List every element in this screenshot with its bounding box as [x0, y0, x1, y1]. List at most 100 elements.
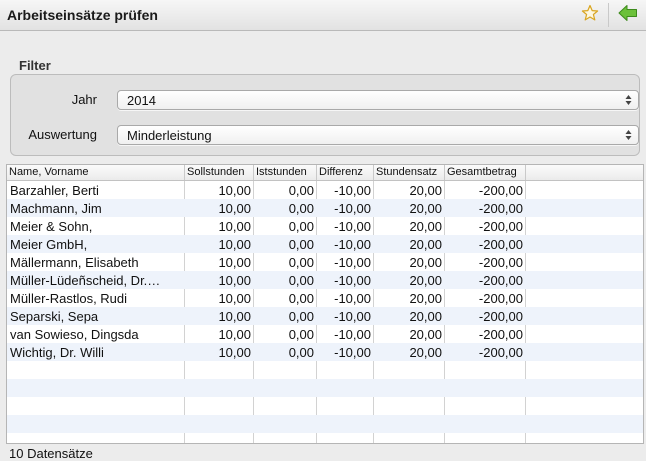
window-title: Arbeitseinsätze prüfen [7, 7, 158, 23]
green-arrow-left-icon [618, 4, 638, 27]
cell-stundensatz: 20,00 [409, 291, 442, 306]
cell-stundensatz: 20,00 [409, 255, 442, 270]
empty-row [7, 361, 643, 379]
cell-gesamtbetrag: -200,00 [478, 201, 523, 216]
jahr-label: Jahr [71, 92, 97, 107]
cell-sollstunden: 10,00 [218, 219, 251, 234]
cell-differenz: -10,00 [334, 183, 371, 198]
cell-stundensatz: 20,00 [409, 345, 442, 360]
auswertung-value: Minderleistung [127, 128, 212, 143]
cell-gesamtbetrag: -200,00 [478, 309, 523, 324]
table-row[interactable]: Separski, Sepa 10,00 0,00 -10,00 20,00 -200,0… [7, 307, 643, 325]
cell-iststunden: 0,00 [288, 273, 314, 288]
cell-iststunden: 0,00 [288, 291, 314, 306]
table-row[interactable]: Machmann, Jim 10,00 0,00 -10,00 20,00 -200,00 [7, 199, 643, 217]
cell-name: Meier & Sohn, [10, 219, 93, 234]
table-header: Name, Vorname Sollstunden Iststunden Dif… [7, 165, 643, 181]
favorite-button[interactable] [576, 3, 604, 27]
cell-iststunden: 0,00 [288, 201, 314, 216]
cell-name: Müller-Rastlos, Rudi [10, 291, 128, 306]
cell-iststunden: 0,00 [288, 183, 314, 198]
cell-stundensatz: 20,00 [409, 273, 442, 288]
cell-name: Mällermann, Elisabeth [10, 255, 139, 270]
cell-iststunden: 0,00 [288, 255, 314, 270]
empty-row [7, 379, 643, 397]
cell-differenz: -10,00 [334, 327, 371, 342]
cell-iststunden: 0,00 [288, 237, 314, 252]
record-count: 10 Datensätze [9, 446, 93, 461]
stepper-arrows-icon [625, 93, 632, 107]
cell-stundensatz: 20,00 [409, 237, 442, 252]
cell-gesamtbetrag: -200,00 [478, 273, 523, 288]
cell-gesamtbetrag: -200,00 [478, 183, 523, 198]
table-row[interactable]: Barzahler, Berti 10,00 0,00 -10,00 20,00 -200… [7, 181, 643, 199]
table-row[interactable]: Mällermann, Elisabeth 10,00 0,00 -10,00 20,0… [7, 253, 643, 271]
cell-name: Müller-Lüdeñscheid, Dr.… [10, 273, 161, 288]
jahr-value: 2014 [127, 93, 156, 108]
cell-stundensatz: 20,00 [409, 327, 442, 342]
cell-differenz: -10,00 [334, 291, 371, 306]
empty-row [7, 397, 643, 415]
auswertung-label: Auswertung [28, 127, 97, 142]
table-row[interactable]: Müller-Lüdeñscheid, Dr.… 10,00 0,00 -10,00 2… [7, 271, 643, 289]
column-header-stundensatz[interactable]: Stundensatz [374, 165, 445, 180]
table-body: Barzahler, Berti 10,00 0,00 -10,00 20,00 -200… [7, 181, 643, 443]
cell-iststunden: 0,00 [288, 309, 314, 324]
cell-sollstunden: 10,00 [218, 237, 251, 252]
column-header-gesamtbetrag[interactable]: Gesamtbetrag [445, 165, 526, 180]
cell-differenz: -10,00 [334, 273, 371, 288]
cell-gesamtbetrag: -200,00 [478, 219, 523, 234]
cell-differenz: -10,00 [334, 255, 371, 270]
star-icon [581, 4, 599, 27]
table-row[interactable]: van Sowieso, Dingsda 10,00 0,00 -10,00 20,00… [7, 325, 643, 343]
cell-gesamtbetrag: -200,00 [478, 255, 523, 270]
filter-heading: Filter [19, 58, 51, 73]
table-row[interactable]: Wichtig, Dr. Willi 10,00 0,00 -10,00 20,00 -2… [7, 343, 643, 361]
empty-row [7, 415, 643, 433]
results-table[interactable]: Name, Vorname Sollstunden Iststunden Dif… [6, 164, 644, 444]
cell-sollstunden: 10,00 [218, 273, 251, 288]
cell-sollstunden: 10,00 [218, 345, 251, 360]
stepper-arrows-icon [625, 128, 632, 142]
cell-gesamtbetrag: -200,00 [478, 327, 523, 342]
cell-iststunden: 0,00 [288, 345, 314, 360]
toolbar-separator [608, 3, 609, 27]
cell-iststunden: 0,00 [288, 327, 314, 342]
cell-name: Wichtig, Dr. Willi [10, 345, 104, 360]
cell-sollstunden: 10,00 [218, 291, 251, 306]
title-bar: Arbeitseinsätze prüfen [0, 0, 646, 31]
filter-panel: Jahr 2014 Auswertung Minderleistung [10, 74, 640, 156]
auswertung-select[interactable]: Minderleistung [117, 125, 639, 145]
cell-name: Barzahler, Berti [10, 183, 99, 198]
cell-iststunden: 0,00 [288, 219, 314, 234]
cell-name: van Sowieso, Dingsda [10, 327, 139, 342]
cell-gesamtbetrag: -200,00 [478, 237, 523, 252]
cell-stundensatz: 20,00 [409, 183, 442, 198]
cell-sollstunden: 10,00 [218, 201, 251, 216]
jahr-select[interactable]: 2014 [117, 90, 639, 110]
cell-sollstunden: 10,00 [218, 327, 251, 342]
cell-differenz: -10,00 [334, 201, 371, 216]
table-row[interactable]: Müller-Rastlos, Rudi 10,00 0,00 -10,00 20,00… [7, 289, 643, 307]
cell-gesamtbetrag: -200,00 [478, 291, 523, 306]
cell-differenz: -10,00 [334, 237, 371, 252]
column-header-name[interactable]: Name, Vorname [7, 165, 185, 180]
cell-name: Machmann, Jim [10, 201, 102, 216]
table-row[interactable]: Meier & Sohn, 10,00 0,00 -10,00 20,00 -200,00 [7, 217, 643, 235]
table-row[interactable]: Meier GmbH, 10,00 0,00 -10,00 20,00 -200,00 [7, 235, 643, 253]
cell-sollstunden: 10,00 [218, 183, 251, 198]
empty-row [7, 433, 643, 443]
back-button[interactable] [614, 3, 642, 27]
cell-differenz: -10,00 [334, 219, 371, 234]
cell-gesamtbetrag: -200,00 [478, 345, 523, 360]
cell-stundensatz: 20,00 [409, 309, 442, 324]
cell-differenz: -10,00 [334, 309, 371, 324]
cell-name: Meier GmbH, [10, 237, 88, 252]
column-header-differenz[interactable]: Differenz [317, 165, 374, 180]
cell-differenz: -10,00 [334, 345, 371, 360]
cell-stundensatz: 20,00 [409, 219, 442, 234]
column-header-sollstunden[interactable]: Sollstunden [185, 165, 254, 180]
column-header-iststunden[interactable]: Iststunden [254, 165, 317, 180]
cell-stundensatz: 20,00 [409, 201, 442, 216]
cell-sollstunden: 10,00 [218, 309, 251, 324]
